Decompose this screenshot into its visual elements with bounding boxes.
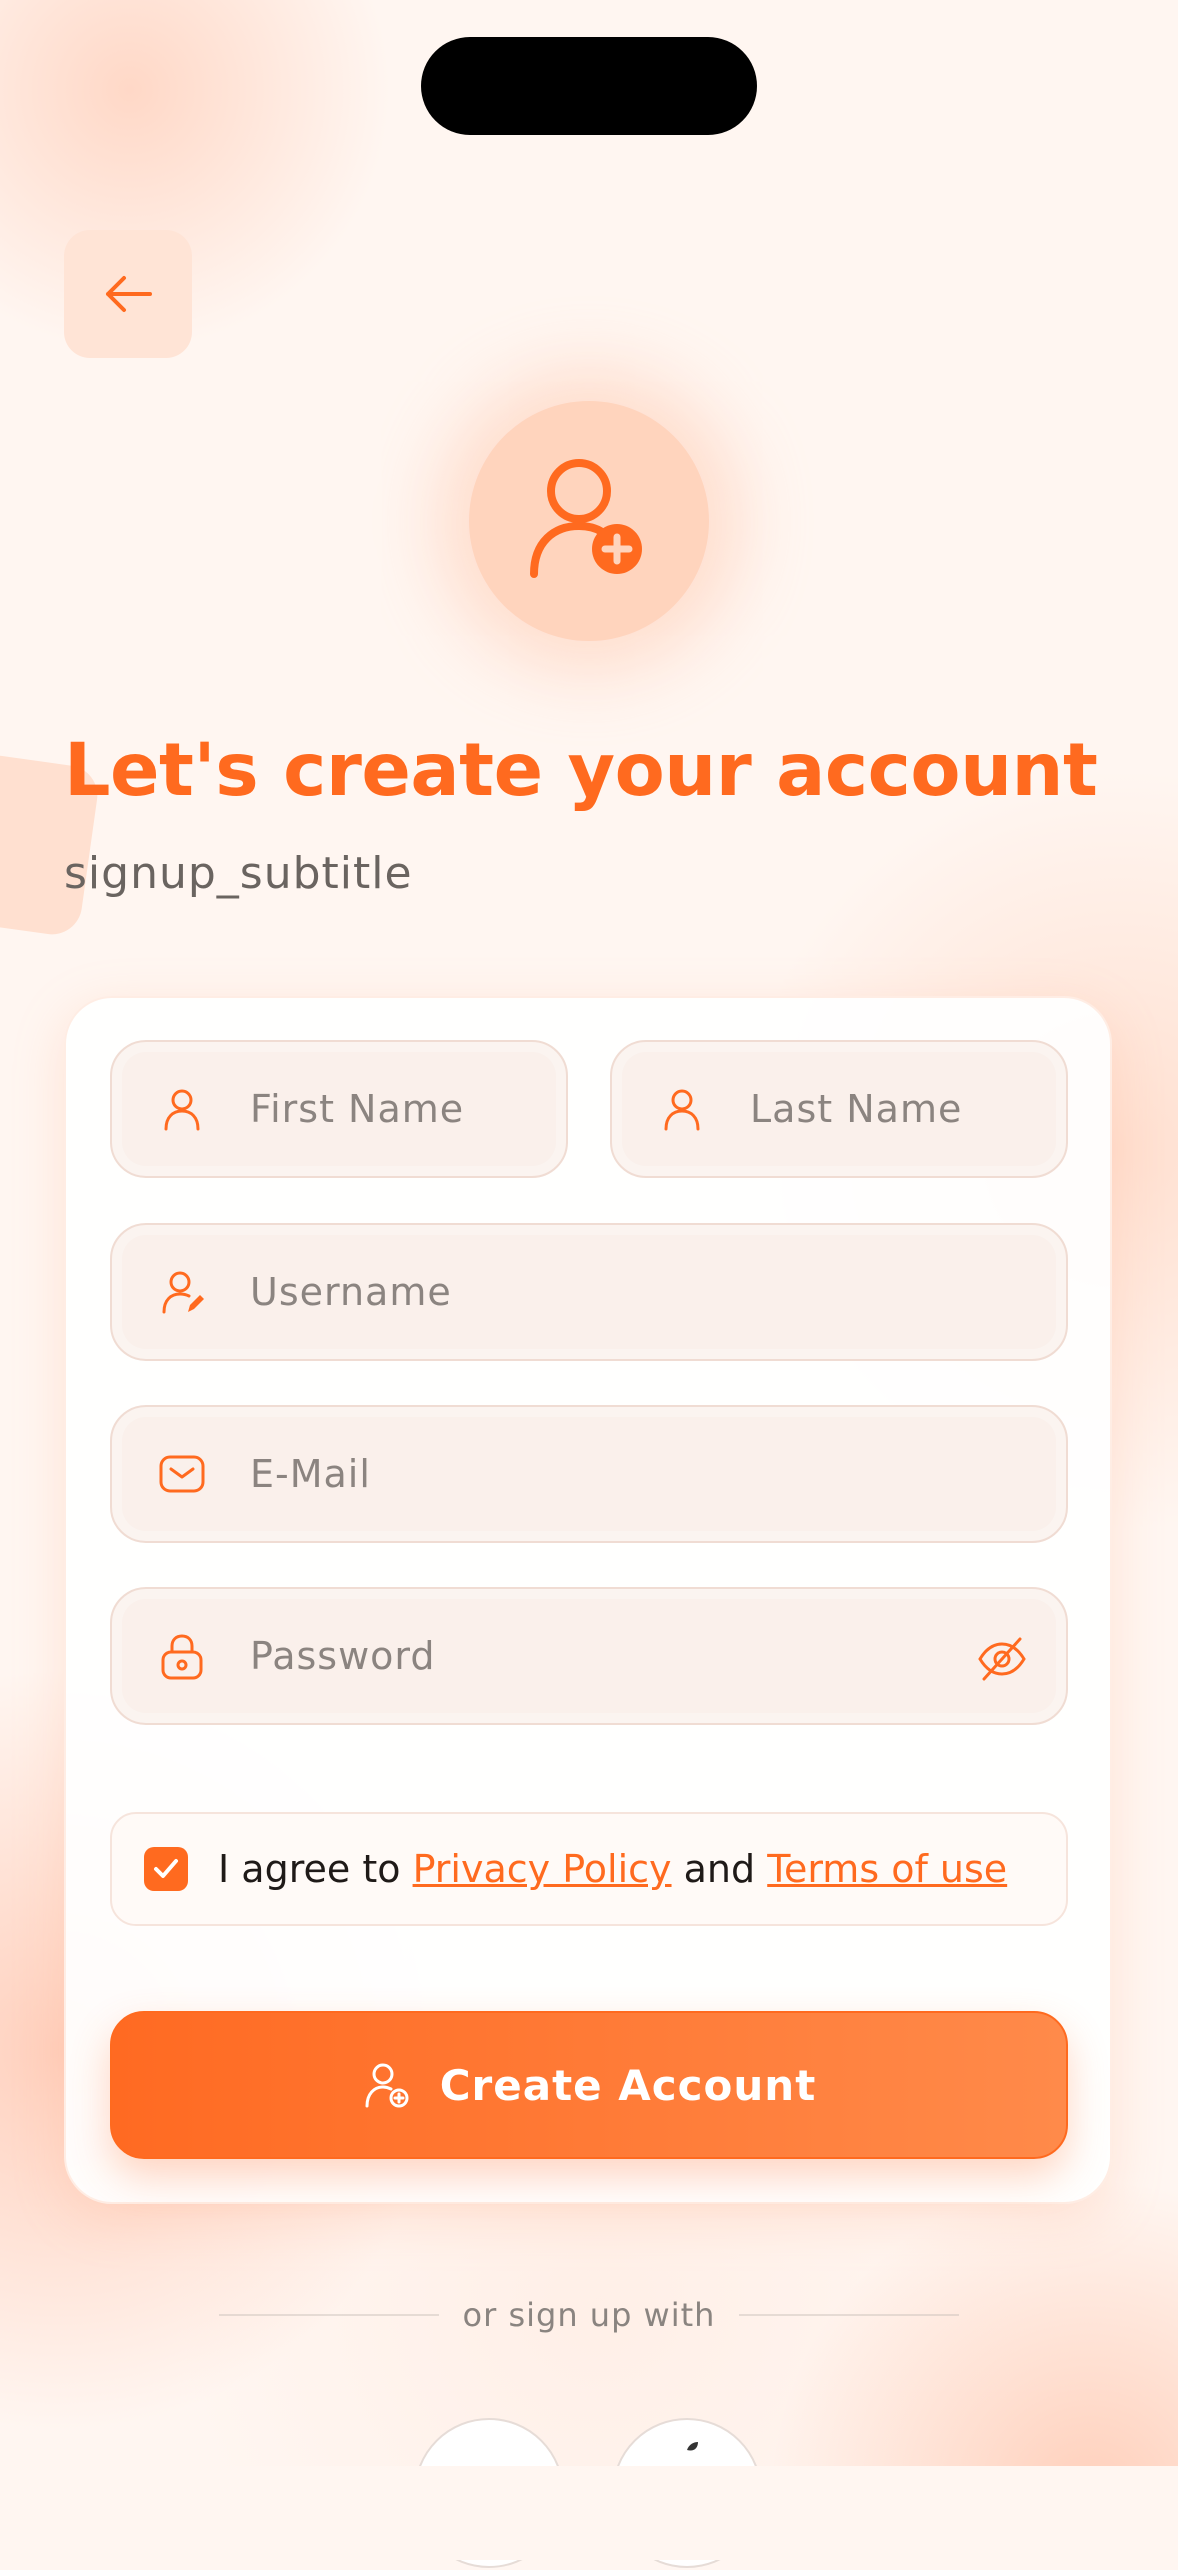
social-divider: or sign up with: [0, 2290, 1178, 2340]
mail-icon: [158, 1450, 206, 1498]
user-icon: [658, 1085, 706, 1133]
hero-avatar-circle: [469, 401, 709, 641]
eye-off-icon[interactable]: [976, 1633, 1028, 1685]
email-field: [110, 1405, 1068, 1543]
user-edit-icon: [158, 1268, 206, 1316]
terms-of-use-link[interactable]: Terms of use: [767, 1847, 1007, 1891]
agree-checkbox[interactable]: [144, 1847, 188, 1891]
user-add-icon: [365, 2063, 409, 2108]
password-field: [110, 1587, 1068, 1725]
agreement-text: I agree to Privacy Policy and Terms of u…: [218, 1847, 1007, 1891]
bottom-fade: [0, 2466, 1178, 2560]
user-icon: [158, 1085, 206, 1133]
create-account-label: Create Account: [439, 2060, 817, 2110]
agreement-prefix: I agree to: [218, 1847, 401, 1891]
social-divider-text: or sign up with: [462, 2296, 716, 2334]
username-input[interactable]: [248, 1269, 1066, 1315]
agreement-middle: and: [683, 1847, 756, 1891]
arrow-left-icon: [106, 276, 152, 312]
password-input[interactable]: [248, 1633, 952, 1679]
first-name-input[interactable]: [248, 1086, 566, 1132]
check-icon: [154, 1859, 178, 1878]
back-button[interactable]: [64, 230, 192, 358]
divider-line: [218, 2314, 439, 2316]
first-name-field: [110, 1040, 568, 1178]
email-input[interactable]: [248, 1451, 1066, 1497]
create-account-button[interactable]: Create Account: [110, 2011, 1068, 2159]
user-add-icon: [530, 459, 642, 578]
page-subtitle: signup_subtitle: [64, 848, 413, 899]
terms-agreement: I agree to Privacy Policy and Terms of u…: [110, 1812, 1068, 1926]
username-field: [110, 1223, 1068, 1361]
camera-notch: [421, 37, 757, 135]
divider-line: [739, 2314, 960, 2316]
privacy-policy-link[interactable]: Privacy Policy: [413, 1847, 672, 1891]
lock-icon: [158, 1632, 206, 1680]
last-name-input[interactable]: [748, 1086, 1066, 1132]
page-title: Let's create your account: [64, 728, 1098, 813]
last-name-field: [610, 1040, 1068, 1178]
